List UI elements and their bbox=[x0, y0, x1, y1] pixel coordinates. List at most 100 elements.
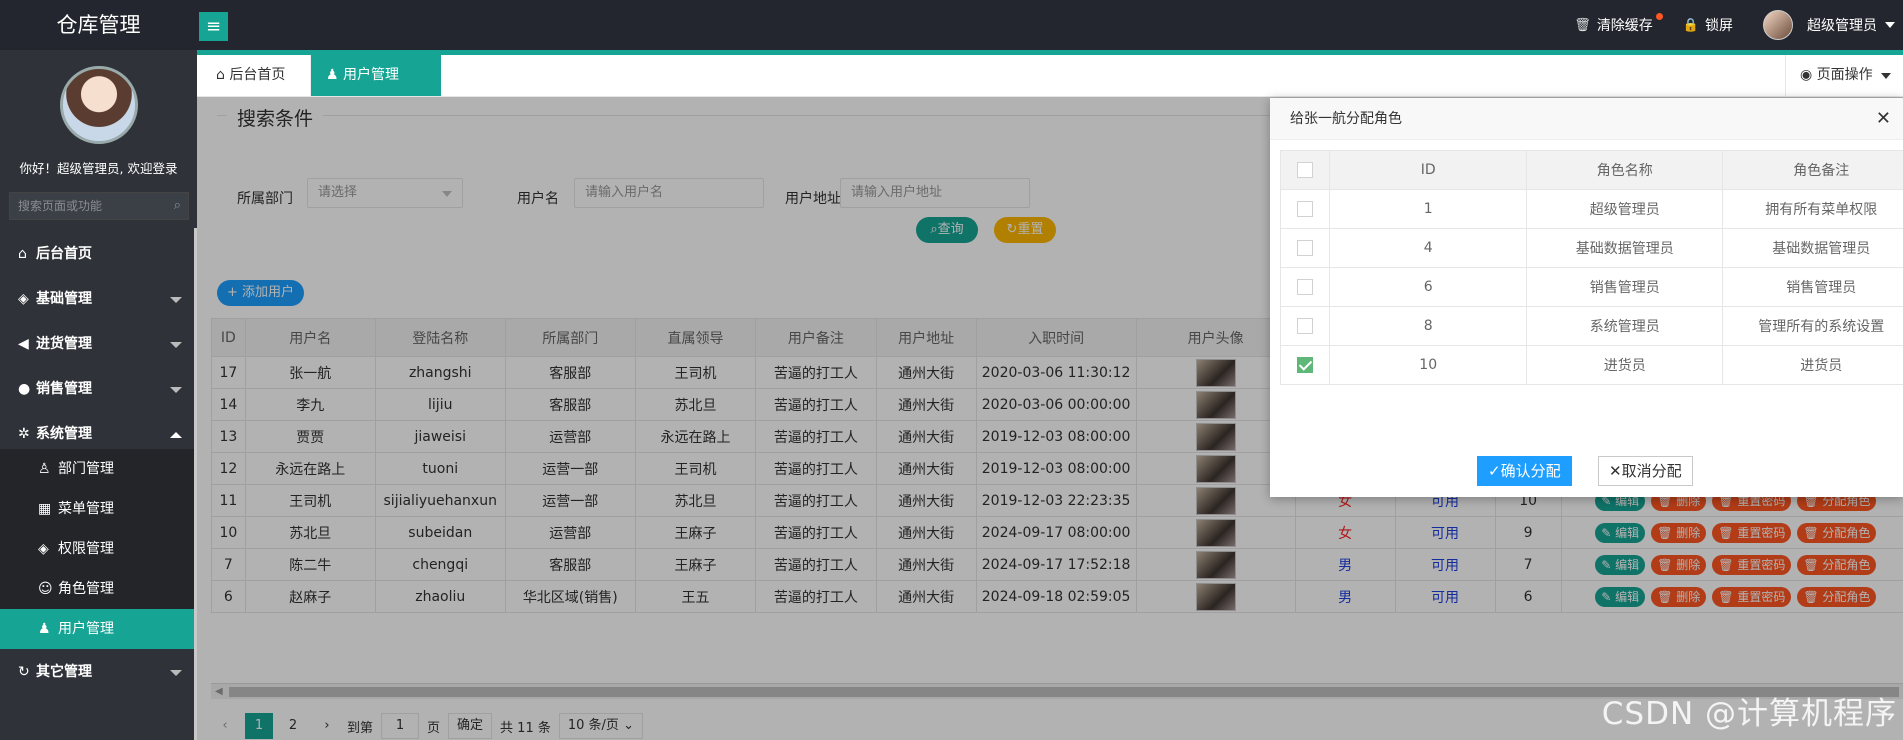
user-icon: ♟ bbox=[38, 621, 51, 637]
role-cell-name: 销售管理员 bbox=[1525, 267, 1724, 307]
lock-screen-button[interactable]: 🔒 锁屏 bbox=[1683, 15, 1733, 35]
role-header-row: ID 角色名称 角色备注 bbox=[1279, 150, 1903, 190]
welcome-text: 你好！超级管理员, 欢迎登录 bbox=[19, 161, 178, 176]
sidebar-item-menu[interactable]: ▦ 菜单管理 bbox=[0, 489, 194, 529]
lock-label: 锁屏 bbox=[1705, 18, 1733, 34]
role-checkbox[interactable] bbox=[1297, 318, 1314, 334]
role-row[interactable]: 4 基础数据管理员 基础数据管理员 bbox=[1279, 228, 1903, 268]
sidebar-item-permission[interactable]: ◈ 权限管理 bbox=[0, 529, 194, 569]
sidebar-avatar bbox=[60, 66, 138, 144]
sidebar-search-input[interactable]: 搜索页面或功能 ⌕ bbox=[9, 192, 189, 220]
chevron-down-icon bbox=[170, 297, 182, 303]
home-icon: ⌂ bbox=[18, 246, 27, 262]
chevron-down-icon bbox=[170, 342, 182, 348]
watermark: CSDN @计算机程序 bbox=[1601, 696, 1897, 732]
cancel-assign-button[interactable]: ✕取消分配 bbox=[1598, 456, 1693, 486]
sidebar-item-sales[interactable]: ● 销售管理 bbox=[0, 367, 194, 412]
sidebar-item-label: 销售管理 bbox=[36, 381, 92, 397]
app-root: 仓库管理 ≡ 🗑 清除缓存 🔒 锁屏 超级管理员 你好！超级管理员, 欢迎登录 bbox=[0, 0, 1903, 740]
check-icon: ✓ bbox=[1488, 462, 1501, 480]
sidebar-item-other[interactable]: ↻ 其它管理 bbox=[0, 650, 194, 695]
role-cell-remark: 拥有所有菜单权限 bbox=[1722, 189, 1903, 229]
role-cell-name: 系统管理员 bbox=[1525, 306, 1724, 346]
cube-icon: ◈ bbox=[38, 541, 49, 557]
dialog-title: 给张一航分配角色 bbox=[1270, 98, 1903, 140]
search-icon: ⌕ bbox=[173, 198, 181, 213]
role-checkbox[interactable] bbox=[1297, 279, 1314, 295]
user-icon: ♟ bbox=[326, 67, 344, 83]
chevron-up-icon bbox=[170, 432, 182, 438]
user-outline-icon: ♙ bbox=[38, 461, 51, 477]
role-cell-remark: 销售管理员 bbox=[1722, 267, 1903, 307]
confirm-assign-label: 确认分配 bbox=[1500, 462, 1561, 480]
role-row[interactable]: 6 销售管理员 销售管理员 bbox=[1279, 267, 1903, 307]
role-checkbox[interactable] bbox=[1297, 201, 1314, 217]
close-icon: ✕ bbox=[1609, 462, 1622, 480]
assign-role-dialog: 给张一航分配角色 ✕ ID 角色名称 角色备注 1 超级管理员 拥有所有菜单权限 4 基… bbox=[1270, 98, 1903, 497]
role-table-body: 1 超级管理员 拥有所有菜单权限 4 基础数据管理员 基础数据管理员 6 销售管理员 销售管理员… bbox=[1279, 189, 1903, 385]
page-operations-menu[interactable]: ◉ 页面操作 bbox=[1785, 55, 1903, 96]
select-all-cell bbox=[1279, 150, 1331, 190]
tab-bar: ⌂ 后台首页 ♟ 用户管理✕ ◉ 页面操作 bbox=[197, 55, 1903, 124]
confirm-assign-button[interactable]: ✓确认分配 bbox=[1477, 456, 1572, 486]
sidebar-item-label: 用户管理 bbox=[58, 621, 114, 637]
avatar bbox=[1763, 10, 1793, 40]
sidebar-item-label: 基础管理 bbox=[36, 291, 92, 307]
speaker-icon: ◀ bbox=[18, 336, 29, 352]
role-cell-remark: 管理所有的系统设置 bbox=[1722, 306, 1903, 346]
system-submenu: ♙ 部门管理 ▦ 菜单管理 ◈ 权限管理 ☺ 角色管理 ♟ 用户管理 bbox=[0, 449, 194, 649]
role-row[interactable]: 1 超级管理员 拥有所有菜单权限 bbox=[1279, 189, 1903, 229]
tab-user-management[interactable]: ♟ 用户管理✕ bbox=[311, 55, 441, 124]
sidebar-item-label: 进货管理 bbox=[36, 336, 92, 352]
sidebar-item-user[interactable]: ♟ 用户管理 bbox=[0, 609, 194, 649]
tab-label: 后台首页 bbox=[229, 67, 286, 83]
target-icon: ◉ bbox=[1800, 67, 1817, 83]
role-checkbox[interactable] bbox=[1297, 240, 1314, 256]
sidebar: 你好！超级管理员, 欢迎登录 搜索页面或功能 ⌕ ⌂ 后台首页 ◈ 基础管理 ◀ 进货… bbox=[0, 50, 197, 740]
menu-toggle-button[interactable]: ≡ bbox=[199, 12, 228, 41]
page-ops-label: 页面操作 bbox=[1816, 67, 1873, 83]
role-col-name: 角色名称 bbox=[1525, 150, 1724, 190]
sidebar-item-label: 菜单管理 bbox=[58, 501, 114, 517]
sidebar-item-label: 后台首页 bbox=[36, 246, 92, 262]
app-logo: 仓库管理 bbox=[56, 13, 141, 37]
sidebar-item-basic[interactable]: ◈ 基础管理 bbox=[0, 277, 194, 322]
trash-icon: 🗑 bbox=[1574, 17, 1591, 33]
sidebar-item-label: 其它管理 bbox=[36, 664, 92, 680]
tab-home[interactable]: ⌂ 后台首页 bbox=[201, 55, 311, 96]
role-cell-id: 10 bbox=[1329, 345, 1527, 385]
role-check-cell bbox=[1279, 345, 1331, 385]
role-checkbox[interactable] bbox=[1297, 357, 1314, 373]
sidebar-item-purchase[interactable]: ◀ 进货管理 bbox=[0, 322, 194, 367]
close-icon[interactable]: ✕ bbox=[1876, 98, 1891, 140]
table-icon: ▦ bbox=[38, 501, 52, 517]
top-right-tools: 🗑 清除缓存 🔒 锁屏 超级管理员 bbox=[1574, 0, 1903, 50]
refresh-icon: ↻ bbox=[18, 664, 30, 680]
user-menu[interactable]: 超级管理员 bbox=[1763, 10, 1895, 40]
cancel-assign-label: 取消分配 bbox=[1621, 462, 1682, 480]
chevron-down-icon bbox=[170, 670, 182, 676]
sidebar-item-label: 系统管理 bbox=[36, 426, 92, 442]
sidebar-item-label: 权限管理 bbox=[58, 541, 114, 557]
user-name: 超级管理员 bbox=[1807, 18, 1877, 34]
role-row[interactable]: 8 系统管理员 管理所有的系统设置 bbox=[1279, 306, 1903, 346]
role-cell-remark: 进货员 bbox=[1722, 345, 1903, 385]
sidebar-item-label: 部门管理 bbox=[58, 461, 114, 477]
sidebar-item-dept[interactable]: ♙ 部门管理 bbox=[0, 449, 194, 489]
role-cell-remark: 基础数据管理员 bbox=[1722, 228, 1903, 268]
sidebar-inner: 你好！超级管理员, 欢迎登录 搜索页面或功能 ⌕ ⌂ 后台首页 ◈ 基础管理 ◀ 进货… bbox=[0, 50, 194, 740]
chat-icon: ● bbox=[18, 381, 31, 397]
clear-cache-button[interactable]: 🗑 清除缓存 bbox=[1574, 13, 1663, 35]
home-icon: ⌂ bbox=[216, 67, 230, 83]
chevron-down-icon bbox=[170, 387, 182, 393]
clear-cache-label: 清除缓存 bbox=[1596, 18, 1653, 34]
sidebar-item-home[interactable]: ⌂ 后台首页 bbox=[0, 232, 194, 277]
lock-icon: 🔒 bbox=[1682, 17, 1699, 33]
role-col-remark: 角色备注 bbox=[1722, 150, 1903, 190]
cube-icon: ◈ bbox=[18, 291, 29, 307]
select-all-checkbox[interactable] bbox=[1297, 162, 1314, 178]
role-row[interactable]: 10 进货员 进货员 bbox=[1279, 345, 1903, 385]
chevron-down-icon bbox=[1885, 22, 1895, 28]
role-table: ID 角色名称 角色备注 1 超级管理员 拥有所有菜单权限 4 基础数据管理员 基础数据管… bbox=[1279, 150, 1903, 385]
sidebar-item-role[interactable]: ☺ 角色管理 bbox=[0, 569, 194, 609]
